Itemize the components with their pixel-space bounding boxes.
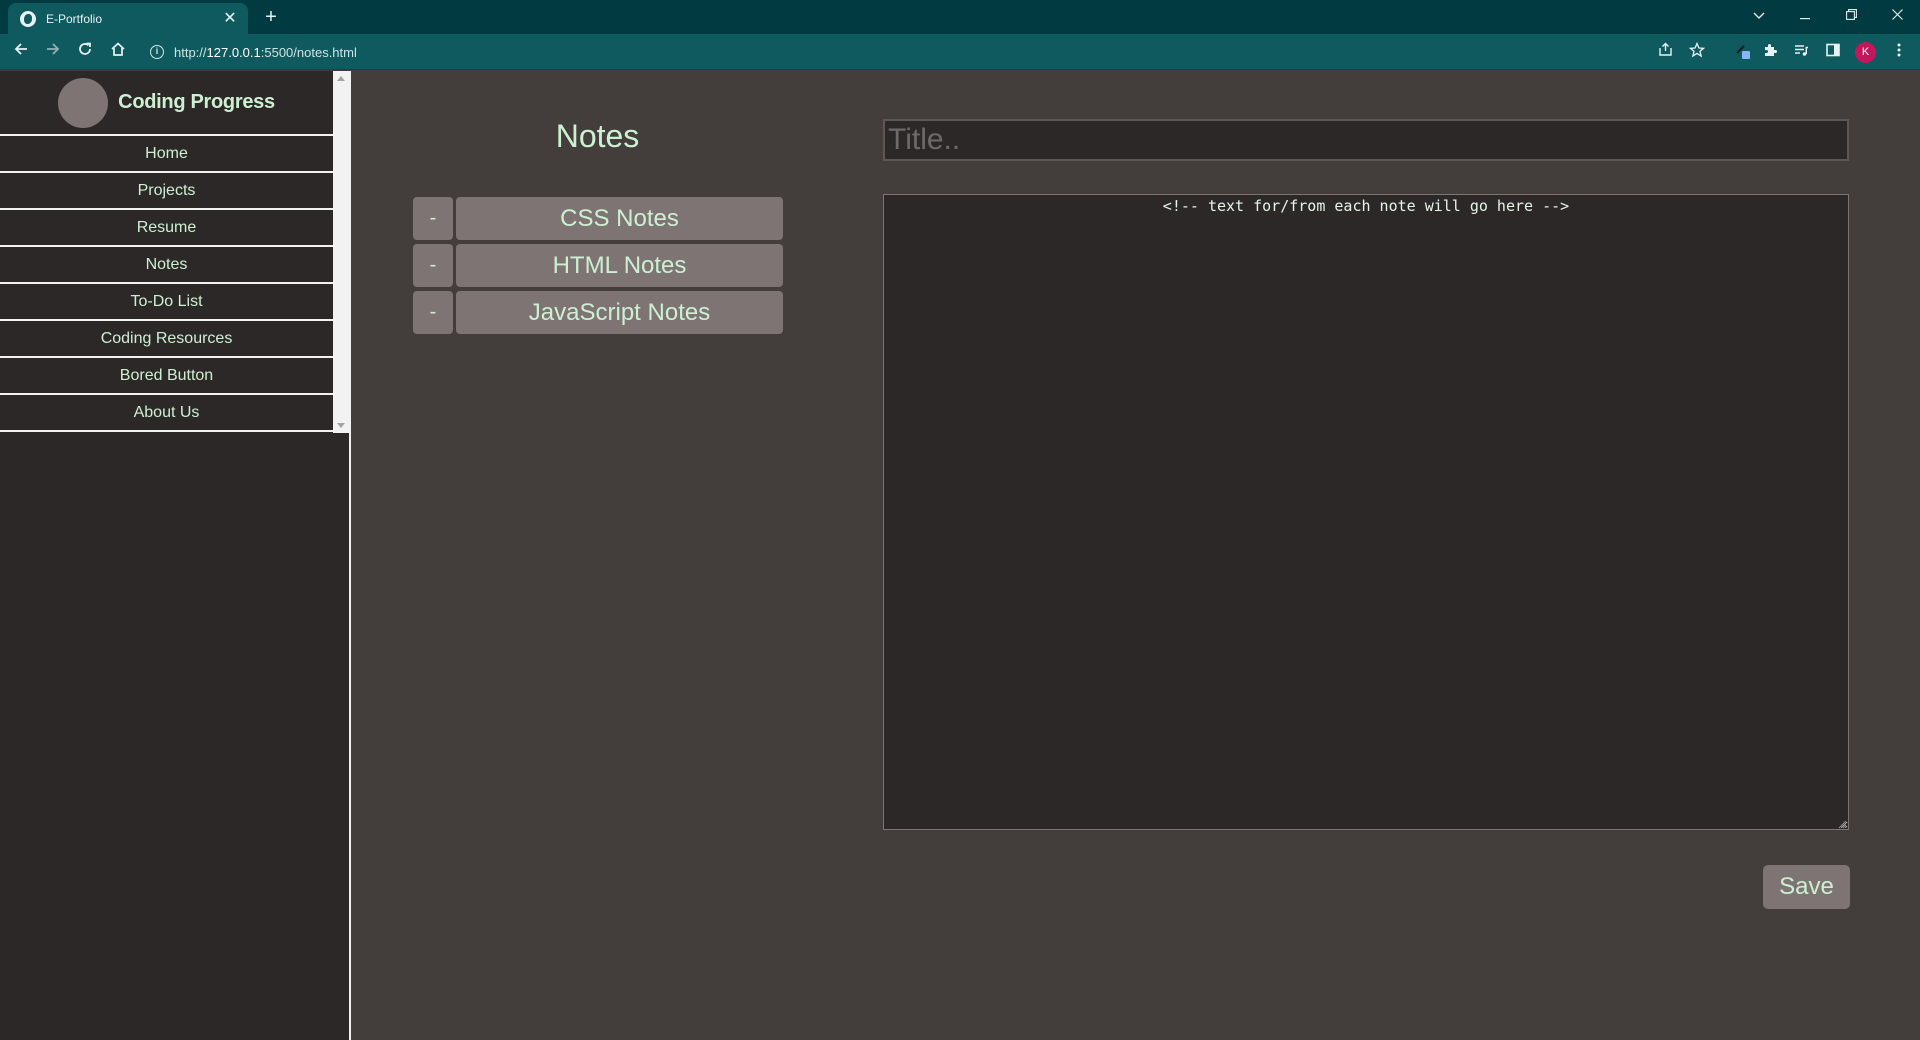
tab-search-icon[interactable] [1736,0,1782,30]
notes-heading: Notes [555,118,640,154]
sidebar-item-projects[interactable]: Projects [0,173,333,210]
sidebar-item-home[interactable]: Home [0,136,333,173]
globe-favicon-icon [20,10,36,27]
sidebar-item-coding-resources[interactable]: Coding Resources [0,321,333,358]
back-icon[interactable] [9,40,33,64]
sidebar-item-about-us[interactable]: About Us [0,395,333,432]
delete-note-button[interactable]: - [413,244,453,287]
sidebar-item-resume[interactable]: Resume [0,210,333,247]
close-window-icon[interactable] [1874,0,1920,30]
note-title-input[interactable] [883,119,1849,161]
note-body-textarea[interactable]: <!-- text for/from each note will go her… [883,194,1849,830]
save-button[interactable]: Save [1763,865,1850,909]
browser-tab-strip: E-Portfolio ✕ + [0,0,1920,34]
sidebar: Coding Progress Home Projects Resume Not… [0,71,351,1040]
address-bar[interactable]: i http://127.0.0.1:5500/notes.html [140,38,1680,66]
browser-tab[interactable]: E-Portfolio ✕ [8,3,248,34]
scroll-up-arrow-icon[interactable] [337,76,345,81]
sidebar-scrollbar[interactable] [333,71,350,433]
side-panel-icon[interactable] [1823,42,1843,62]
site-title: Coding Progress [118,91,275,113]
page-content: Coding Progress Home Projects Resume Not… [0,71,1920,1040]
restore-icon[interactable] [1828,0,1874,30]
tab-close-icon[interactable]: ✕ [222,10,238,27]
home-icon[interactable] [106,40,130,64]
note-button-html[interactable]: HTML Notes [456,244,783,287]
info-icon[interactable]: i [150,45,164,59]
scroll-down-arrow-icon[interactable] [337,423,345,428]
extension-icon[interactable] [1733,42,1753,62]
note-list-item: - CSS Notes [413,197,783,240]
forward-icon[interactable] [41,40,65,64]
site-brand[interactable]: Coding Progress [0,71,333,136]
reload-icon[interactable] [73,40,97,64]
new-tab-button[interactable]: + [260,6,282,28]
url-text: http://127.0.0.1:5500/notes.html [174,44,357,60]
tab-title: E-Portfolio [46,11,103,26]
browser-toolbar: i http://127.0.0.1:5500/notes.html K [0,34,1920,70]
sidebar-item-notes[interactable]: Notes [0,247,333,284]
media-icon[interactable] [1791,42,1811,62]
delete-note-button[interactable]: - [413,197,453,240]
brand-avatar [58,77,109,128]
resize-grip-icon[interactable] [1836,818,1847,829]
share-icon[interactable] [1655,42,1675,62]
sidebar-nav: Coding Progress Home Projects Resume Not… [0,71,333,433]
star-icon[interactable] [1687,41,1707,62]
delete-note-button[interactable]: - [413,291,453,334]
menu-icon[interactable] [1889,42,1909,62]
sidebar-item-todo-list[interactable]: To-Do List [0,284,333,321]
note-list-item: - HTML Notes [413,244,783,287]
minimize-icon[interactable] [1782,0,1828,30]
sidebar-item-bored-button[interactable]: Bored Button [0,358,333,395]
puzzle-icon[interactable] [1760,42,1780,62]
note-list-item: - JavaScript Notes [413,291,783,334]
note-button-javascript[interactable]: JavaScript Notes [456,291,783,334]
note-button-css[interactable]: CSS Notes [456,197,783,240]
profile-avatar[interactable]: K [1855,42,1876,63]
